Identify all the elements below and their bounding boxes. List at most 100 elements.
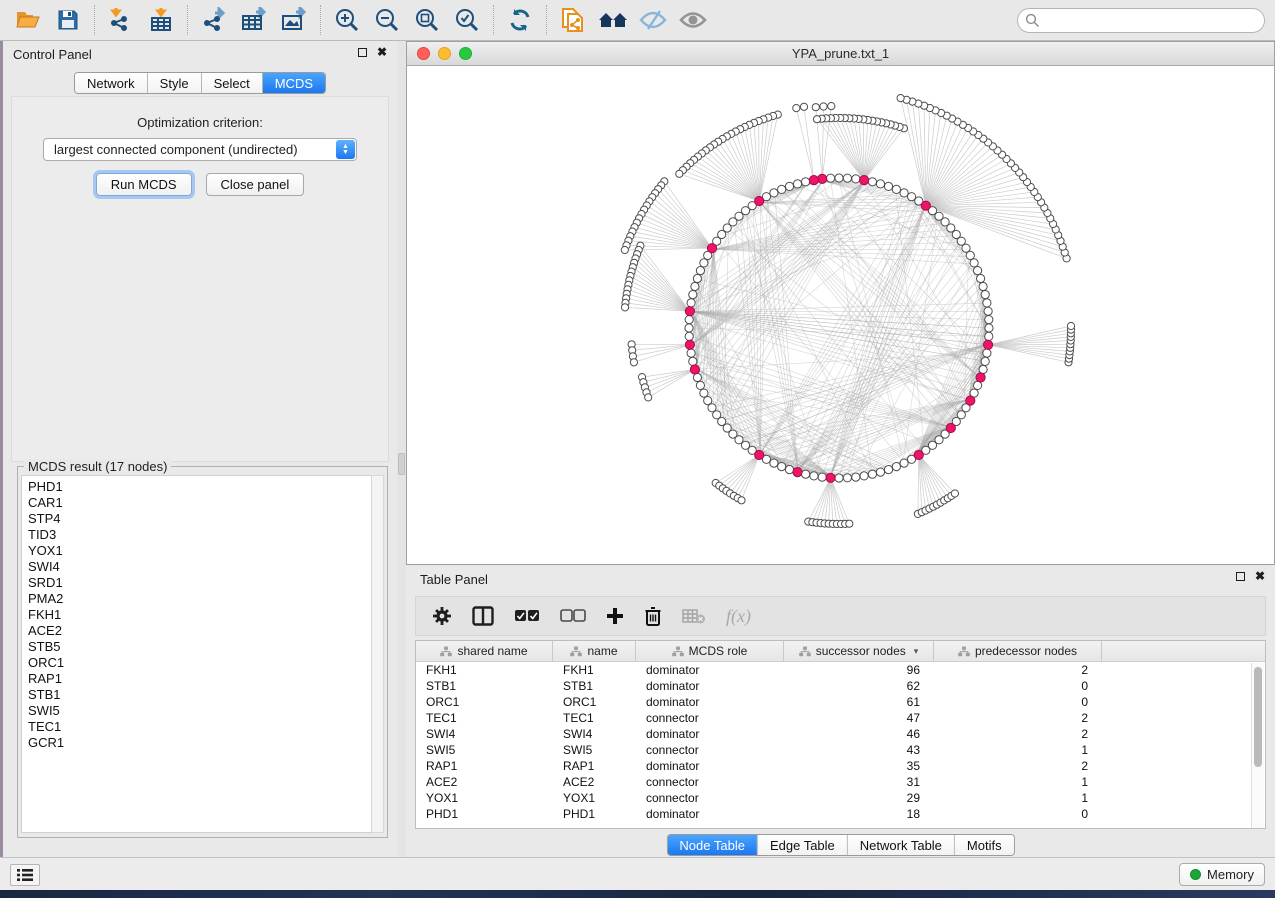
open-file-icon[interactable] xyxy=(8,3,48,37)
table-options-icon[interactable] xyxy=(432,606,452,626)
close-panel-button[interactable]: Close panel xyxy=(206,173,305,196)
table-row[interactable]: ORC1ORC1dominator610 xyxy=(416,694,1265,710)
column-header-name[interactable]: name xyxy=(553,641,636,661)
table-row[interactable]: RAP1RAP1dominator352 xyxy=(416,758,1265,774)
table-row[interactable]: STB1STB1dominator620 xyxy=(416,678,1265,694)
network-graph-canvas[interactable] xyxy=(407,66,1274,564)
table-header-row: shared namenameMCDS rolesuccessor nodes▾… xyxy=(416,641,1265,662)
float-panel-icon[interactable] xyxy=(358,48,367,57)
export-network-icon[interactable] xyxy=(194,3,234,37)
cell: 1 xyxy=(934,775,1102,789)
table-row[interactable]: ACE2ACE2connector311 xyxy=(416,774,1265,790)
node-table[interactable]: shared namenameMCDS rolesuccessor nodes▾… xyxy=(415,640,1266,829)
task-history-button[interactable] xyxy=(10,864,40,886)
mcds-list-scrollbar[interactable] xyxy=(371,475,384,833)
first-neighbors-icon[interactable] xyxy=(593,3,633,37)
tab-node-table[interactable]: Node Table xyxy=(667,835,758,855)
show-all-icon[interactable] xyxy=(673,3,713,37)
criterion-dropdown[interactable]: largest connected component (undirected)… xyxy=(43,138,357,161)
cell: SWI5 xyxy=(416,743,553,757)
mcds-result-item[interactable]: CAR1 xyxy=(28,495,372,511)
import-table-icon[interactable] xyxy=(141,3,181,37)
mcds-result-list[interactable]: PHD1CAR1STP4TID3YOX1SWI4SRD1PMA2FKH1ACE2… xyxy=(21,475,373,833)
tab-motifs[interactable]: Motifs xyxy=(955,835,1014,855)
window-minimize-icon[interactable] xyxy=(438,47,451,60)
zoom-fit-icon[interactable] xyxy=(407,3,447,37)
select-all-icon[interactable] xyxy=(514,609,540,623)
mcds-result-title: MCDS result (17 nodes) xyxy=(24,459,171,474)
tab-network[interactable]: Network xyxy=(75,73,148,93)
table-row[interactable]: SWI5SWI5connector431 xyxy=(416,742,1265,758)
import-network-icon[interactable] xyxy=(101,3,141,37)
memory-button[interactable]: Memory xyxy=(1179,863,1265,886)
tab-mcds[interactable]: MCDS xyxy=(263,73,325,93)
run-mcds-button[interactable]: Run MCDS xyxy=(96,173,192,196)
mcds-result-item[interactable]: FKH1 xyxy=(28,607,372,623)
search-input[interactable] xyxy=(1017,8,1265,33)
export-image-icon[interactable] xyxy=(274,3,314,37)
mcds-result-item[interactable]: SWI5 xyxy=(28,703,372,719)
table-row[interactable]: TEC1TEC1connector472 xyxy=(416,710,1265,726)
zoom-selected-icon[interactable] xyxy=(447,3,487,37)
export-table-icon[interactable] xyxy=(234,3,274,37)
mcds-result-item[interactable]: SWI4 xyxy=(28,559,372,575)
zoom-in-icon[interactable] xyxy=(327,3,367,37)
close-panel-icon[interactable]: ✖ xyxy=(377,48,387,57)
control-panel: Control Panel ✖ NetworkStyleSelectMCDS O… xyxy=(3,41,397,857)
mcds-result-item[interactable]: RAP1 xyxy=(28,671,372,687)
cell: FKH1 xyxy=(553,663,636,677)
table-scrollbar[interactable] xyxy=(1251,663,1264,828)
splitter-grip[interactable] xyxy=(398,453,405,475)
mcds-result-item[interactable]: YOX1 xyxy=(28,543,372,559)
deselect-all-icon[interactable] xyxy=(560,609,586,623)
duplicate-network-icon[interactable] xyxy=(553,3,593,37)
mcds-result-item[interactable]: STB1 xyxy=(28,687,372,703)
refresh-icon[interactable] xyxy=(500,3,540,37)
hide-selected-icon[interactable] xyxy=(633,3,673,37)
column-header-predecessor-nodes[interactable]: predecessor nodes xyxy=(934,641,1102,661)
window-close-icon[interactable] xyxy=(417,47,430,60)
table-row[interactable]: SWI4SWI4dominator462 xyxy=(416,726,1265,742)
mcds-result-item[interactable]: PMA2 xyxy=(28,591,372,607)
mcds-result-item[interactable]: STB5 xyxy=(28,639,372,655)
mcds-result-item[interactable]: TEC1 xyxy=(28,719,372,735)
tab-network-table[interactable]: Network Table xyxy=(848,835,955,855)
memory-label: Memory xyxy=(1207,867,1254,882)
column-header-successor-nodes[interactable]: successor nodes▾ xyxy=(784,641,934,661)
mcds-result-item[interactable]: TID3 xyxy=(28,527,372,543)
mcds-result-item[interactable]: PHD1 xyxy=(28,479,372,495)
mcds-result-item[interactable]: ORC1 xyxy=(28,655,372,671)
table-row[interactable]: YOX1YOX1connector291 xyxy=(416,790,1265,806)
close-table-panel-icon[interactable]: ✖ xyxy=(1255,572,1265,581)
zoom-out-icon[interactable] xyxy=(367,3,407,37)
add-column-icon[interactable] xyxy=(606,607,624,625)
mcds-result-item[interactable]: ACE2 xyxy=(28,623,372,639)
mcds-result-item[interactable]: STP4 xyxy=(28,511,372,527)
mcds-result-item[interactable]: SRD1 xyxy=(28,575,372,591)
delete-column-icon[interactable] xyxy=(644,606,662,626)
network-window-titlebar[interactable]: YPA_prune.txt_1 xyxy=(407,42,1274,66)
table-scrollbar-thumb[interactable] xyxy=(1254,667,1262,767)
cell: dominator xyxy=(636,695,784,709)
cell: SWI4 xyxy=(416,727,553,741)
panel-splitter[interactable] xyxy=(397,41,406,857)
table-row[interactable]: PHD1PHD1dominator180 xyxy=(416,806,1265,822)
window-zoom-icon[interactable] xyxy=(459,47,472,60)
tab-select[interactable]: Select xyxy=(202,73,263,93)
cell: 2 xyxy=(934,711,1102,725)
save-session-icon[interactable] xyxy=(48,3,88,37)
table-body: FKH1FKH1dominator962STB1STB1dominator620… xyxy=(416,662,1265,822)
table-panel-title: Table Panel xyxy=(420,572,488,587)
table-row[interactable]: FKH1FKH1dominator962 xyxy=(416,662,1265,678)
tab-edge-table[interactable]: Edge Table xyxy=(758,835,848,855)
column-header-MCDS-role[interactable]: MCDS role xyxy=(636,641,784,661)
column-header-shared-name[interactable]: shared name xyxy=(416,641,553,661)
cell: RAP1 xyxy=(553,759,636,773)
function-builder-icon: f(x) xyxy=(726,606,751,627)
cell: ORC1 xyxy=(416,695,553,709)
mcds-result-item[interactable]: GCR1 xyxy=(28,735,372,751)
tab-style[interactable]: Style xyxy=(148,73,202,93)
search-field[interactable] xyxy=(1017,8,1265,33)
float-table-panel-icon[interactable] xyxy=(1236,572,1245,581)
show-columns-icon[interactable] xyxy=(472,606,494,626)
